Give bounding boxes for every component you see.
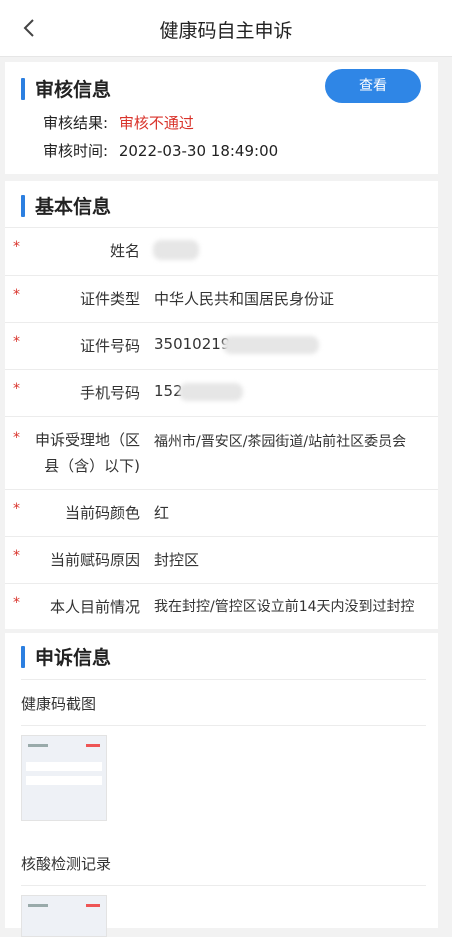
audit-result-line: 审核结果: 审核不通过 (43, 112, 194, 133)
field-value: 封控区 (154, 551, 200, 569)
required-mark: * (13, 381, 20, 397)
audit-section-header: 审核信息 (21, 75, 111, 102)
field-row-name: * 姓名 (5, 227, 438, 275)
thumb-detail (28, 904, 48, 907)
thumb-detail (28, 744, 48, 747)
field-label: 手机号码 (79, 384, 140, 402)
field-row-current-status: * 本人目前情况 我在封控/管控区设立前14天内没到过封控 (5, 583, 438, 630)
nucleic-test-record-label: 核酸检测记录 (21, 855, 112, 873)
nucleic-test-thumbnail[interactable] (21, 895, 107, 937)
field-label: 证件号码 (79, 337, 140, 355)
field-label: 本人目前情况 (49, 598, 140, 616)
appeal-info-card: 申诉信息 健康码截图 核酸检测记录 (5, 633, 438, 937)
field-row-appeal-location: * 申诉受理地（区县（含）以下) 福州市/晋安区/茶园街道/站前社区委员会 (5, 416, 438, 490)
field-row-id-type: * 证件类型 中华人民共和国居民身份证 (5, 275, 438, 323)
divider (21, 885, 426, 886)
thumb-detail (86, 744, 100, 747)
divider (21, 725, 426, 726)
required-mark: * (13, 287, 20, 303)
field-value: 红 (154, 504, 170, 522)
thumb-detail (26, 762, 102, 771)
field-value: 我在封控/管控区设立前14天内没到过封控 (154, 599, 415, 615)
basic-section-title: 基本信息 (35, 196, 112, 218)
health-code-screenshot-thumbnail[interactable] (21, 735, 107, 821)
audit-time-value: 2022-03-30 18:49:00 (118, 142, 279, 160)
required-mark: * (13, 595, 20, 611)
health-code-screenshot-label: 健康码截图 (21, 695, 97, 713)
audit-info-card: 审核信息 查看 审核结果: 审核不通过 审核时间: 2022-03-30 18:… (5, 62, 438, 174)
field-value: 福州市/晋安区/茶园街道/站前社区委员会 (154, 434, 407, 450)
section-accent-bar (21, 645, 25, 668)
field-label: 申诉受理地（区县（含）以下) (34, 431, 140, 475)
audit-time-line: 审核时间: 2022-03-30 18:49:00 (43, 140, 278, 161)
redacted-value (153, 240, 199, 260)
required-mark: * (13, 430, 20, 446)
appeal-section-title: 申诉信息 (35, 647, 112, 669)
audit-result-value: 审核不通过 (118, 114, 194, 132)
redacted-value (223, 336, 319, 354)
required-mark: * (13, 239, 20, 255)
field-label: 当前码颜色 (64, 504, 140, 522)
divider (21, 679, 426, 680)
appeal-section-header: 申诉信息 (21, 643, 111, 670)
field-row-code-reason: * 当前赋码原因 封控区 (5, 536, 438, 584)
redacted-value (179, 383, 243, 401)
field-row-code-color: * 当前码颜色 红 (5, 489, 438, 537)
basic-info-card: 基本信息 * 姓名 * 证件类型 中华人民共和国居民身份证 * 证件号码 350… (5, 181, 438, 629)
thumb-detail (26, 776, 102, 785)
field-label: 姓名 (109, 242, 140, 260)
field-row-id-number: * 证件号码 35010219 (5, 322, 438, 370)
field-label: 证件类型 (79, 290, 140, 308)
field-label: 当前赋码原因 (49, 551, 140, 569)
thumb-detail (86, 904, 100, 907)
page-title: 健康码自主申诉 (159, 20, 293, 42)
required-mark: * (13, 548, 20, 564)
section-accent-bar (21, 194, 25, 217)
audit-time-label: 审核时间: (43, 142, 109, 160)
field-row-phone: * 手机号码 152 (5, 369, 438, 417)
section-accent-bar (21, 77, 25, 100)
view-button[interactable]: 查看 (325, 69, 421, 103)
field-value: 中华人民共和国居民身份证 (154, 290, 335, 308)
required-mark: * (13, 501, 20, 517)
field-value: 35010219 (154, 335, 231, 353)
required-mark: * (13, 334, 20, 350)
basic-section-header: 基本信息 (21, 192, 111, 219)
top-bar: 健康码自主申诉 (0, 0, 452, 57)
audit-result-label: 审核结果: (43, 114, 109, 132)
audit-section-title: 审核信息 (35, 79, 112, 101)
